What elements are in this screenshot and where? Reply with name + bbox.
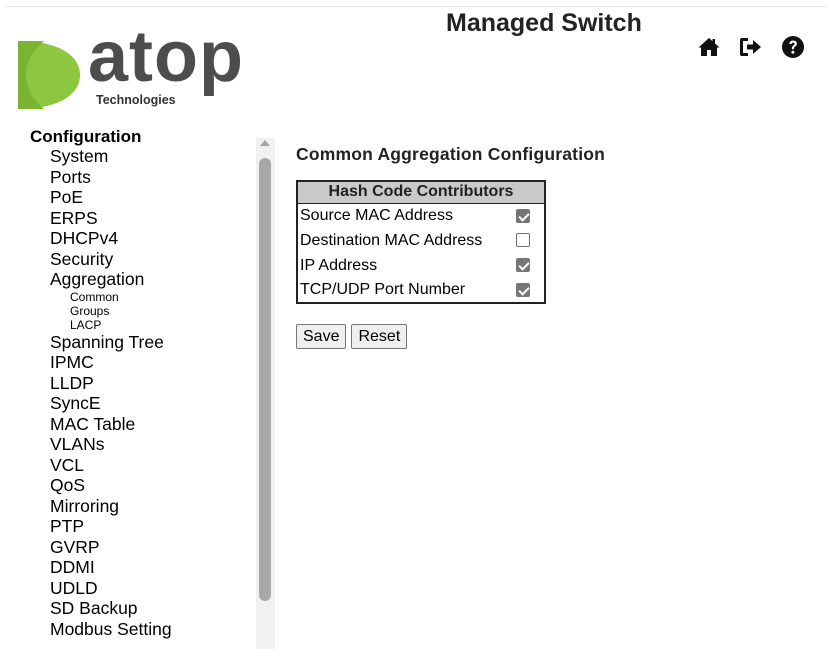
sidebar-item-spanning-tree[interactable]: Spanning Tree bbox=[30, 332, 260, 353]
sidebar-item-sd-backup[interactable]: SD Backup bbox=[30, 598, 260, 619]
atop-logo[interactable]: atop Technologies bbox=[18, 21, 258, 111]
sidebar-item-modbus-setting[interactable]: Modbus Setting bbox=[30, 619, 260, 640]
sidebar-item-vlans[interactable]: VLANs bbox=[30, 434, 260, 455]
hash-option-checkbox[interactable] bbox=[515, 208, 530, 223]
sidebar-scrollbar[interactable] bbox=[256, 138, 275, 649]
sidebar-item-system[interactable]: System bbox=[30, 146, 260, 167]
scrollbar-thumb[interactable] bbox=[259, 158, 271, 601]
table-row: IP Address bbox=[297, 253, 545, 278]
hash-code-table: Hash Code Contributors Source MAC Addres… bbox=[296, 180, 546, 304]
scroll-up-arrow-icon[interactable] bbox=[260, 140, 270, 146]
sidebar-item-mirroring[interactable]: Mirroring bbox=[30, 496, 260, 517]
sidebar-item-qos[interactable]: QoS bbox=[30, 475, 260, 496]
checkbox-cell bbox=[501, 278, 545, 303]
sidebar-item-ipmc[interactable]: IPMC bbox=[30, 352, 260, 373]
sidebar-nav: Configuration System Ports PoE ERPS DHCPv4 Se… bbox=[30, 128, 260, 649]
sidebar-item-ddmi[interactable]: DDMI bbox=[30, 557, 260, 578]
sidebar-item-mac-table[interactable]: MAC Table bbox=[30, 414, 260, 435]
sidebar-item-ptp[interactable]: PTP bbox=[30, 516, 260, 537]
save-button[interactable]: Save bbox=[296, 324, 347, 349]
logout-icon[interactable] bbox=[739, 35, 763, 59]
home-icon[interactable] bbox=[697, 35, 721, 59]
checkbox-cell bbox=[501, 253, 545, 278]
help-icon[interactable] bbox=[781, 35, 805, 59]
sidebar-item-gvrp[interactable]: GVRP bbox=[30, 537, 260, 558]
sidebar-item-vcl[interactable]: VCL bbox=[30, 455, 260, 476]
logo-wordmark: atop bbox=[88, 17, 244, 97]
page-header-title: Managed Switch bbox=[446, 9, 642, 37]
table-row: TCP/UDP Port Number bbox=[297, 278, 545, 303]
header-toolbar bbox=[697, 35, 805, 59]
page-title: Common Aggregation Configuration bbox=[296, 144, 606, 164]
logo-mark-icon bbox=[18, 41, 80, 109]
hash-option-label: Destination MAC Address bbox=[300, 231, 483, 249]
form-buttons: Save Reset bbox=[296, 324, 408, 349]
checkbox-cell bbox=[501, 203, 545, 228]
table-row: Destination MAC Address bbox=[297, 228, 545, 253]
hash-option-checkbox[interactable] bbox=[515, 233, 530, 248]
sidebar-item-synce[interactable]: SyncE bbox=[30, 393, 260, 414]
sidebar-subitem-lacp[interactable]: LACP bbox=[30, 318, 260, 332]
reset-button[interactable]: Reset bbox=[351, 324, 408, 349]
logo-subtitle: Technologies bbox=[94, 93, 178, 107]
hash-option-label: Source MAC Address bbox=[300, 206, 453, 224]
hash-option-label: IP Address bbox=[300, 256, 378, 274]
sidebar-item-security[interactable]: Security bbox=[30, 249, 260, 270]
hash-table-header: Hash Code Contributors bbox=[297, 181, 545, 204]
top-divider bbox=[6, 6, 826, 7]
sidebar-item-udld[interactable]: UDLD bbox=[30, 578, 260, 599]
hash-option-checkbox[interactable] bbox=[515, 282, 530, 297]
hash-option-label: TCP/UDP Port Number bbox=[300, 281, 466, 298]
sidebar-heading-configuration[interactable]: Configuration bbox=[30, 128, 260, 146]
table-row: Source MAC Address bbox=[297, 203, 545, 228]
sidebar-item-dhcpv4[interactable]: DHCPv4 bbox=[30, 228, 260, 249]
sidebar-item-lldp[interactable]: LLDP bbox=[30, 373, 260, 394]
checkbox-cell bbox=[501, 228, 545, 253]
sidebar-subitem-groups[interactable]: Groups bbox=[30, 304, 260, 318]
sidebar-item-ports[interactable]: Ports bbox=[30, 167, 260, 188]
sidebar-item-poe[interactable]: PoE bbox=[30, 187, 260, 208]
sidebar-subitem-common[interactable]: Common bbox=[30, 290, 260, 304]
main-content: Common Aggregation Configuration Hash Co… bbox=[296, 144, 606, 349]
sidebar-menu: System Ports PoE ERPS DHCPv4 Security Aggregat… bbox=[30, 146, 260, 639]
hash-option-checkbox[interactable] bbox=[515, 258, 530, 273]
sidebar-item-aggregation[interactable]: Aggregation bbox=[30, 269, 260, 290]
sidebar-item-erps[interactable]: ERPS bbox=[30, 208, 260, 229]
